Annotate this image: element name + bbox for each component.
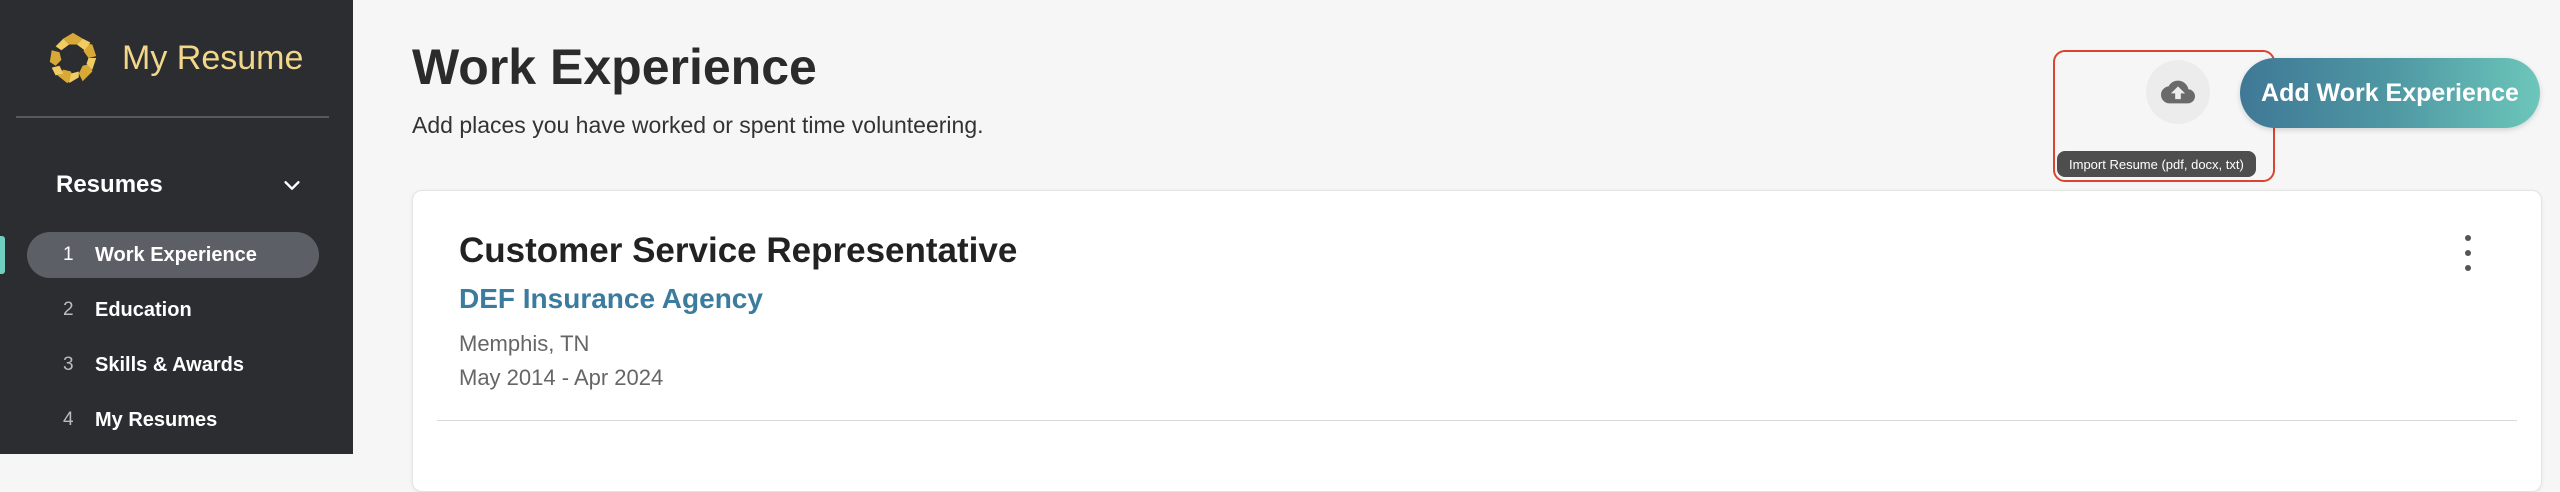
sidebar-item-work-experience[interactable]: 1 Work Experience [27,232,319,278]
sidebar-item-education[interactable]: 2 Education [27,287,319,333]
chevron-down-icon [284,181,300,190]
brand[interactable]: My Resume [44,26,303,90]
step-number: 4 [63,409,74,430]
sidebar-item-label: Skills & Awards [95,353,244,376]
add-work-experience-button[interactable]: Add Work Experience [2240,58,2540,128]
sidebar-nav: 1 Work Experience 2 Education 3 Skills &… [27,232,319,452]
sidebar-item-label: Work Experience [95,243,257,266]
step-number: 1 [63,244,74,265]
import-tooltip: Import Resume (pdf, docx, txt) [2057,151,2256,177]
cloud-upload-icon [2161,80,2195,104]
company-name: DEF Insurance Agency [459,283,763,314]
sidebar-item-label: My Resumes [95,408,218,431]
divider [16,116,329,118]
step-number: 2 [63,299,74,320]
sidebar-item-label: Education [95,298,192,321]
job-dates: May 2014 - Apr 2024 [459,365,664,390]
page-subtitle: Add places you have worked or spent time… [412,112,984,138]
card-divider [437,420,2517,421]
page-title: Work Experience [412,39,817,95]
job-title: Customer Service Representative [459,231,1018,270]
import-resume-button[interactable] [2146,60,2210,124]
section-title: Resumes [56,171,163,198]
job-location: Memphis, TN [459,331,590,356]
sidebar-item-my-resumes[interactable]: 4 My Resumes [27,397,319,443]
active-indicator [0,236,5,274]
more-options-icon[interactable] [2457,235,2479,271]
experience-card[interactable]: Customer Service Representative DEF Insu… [412,190,2542,492]
app-name: My Resume [122,38,304,77]
step-number: 3 [63,354,74,375]
logo-icon [49,32,97,84]
sidebar: My Resume Resumes 1 Work Experience 2 Ed… [0,0,353,454]
resumes-section-toggle[interactable]: Resumes [56,168,303,202]
sidebar-item-skills-awards[interactable]: 3 Skills & Awards [27,342,319,388]
